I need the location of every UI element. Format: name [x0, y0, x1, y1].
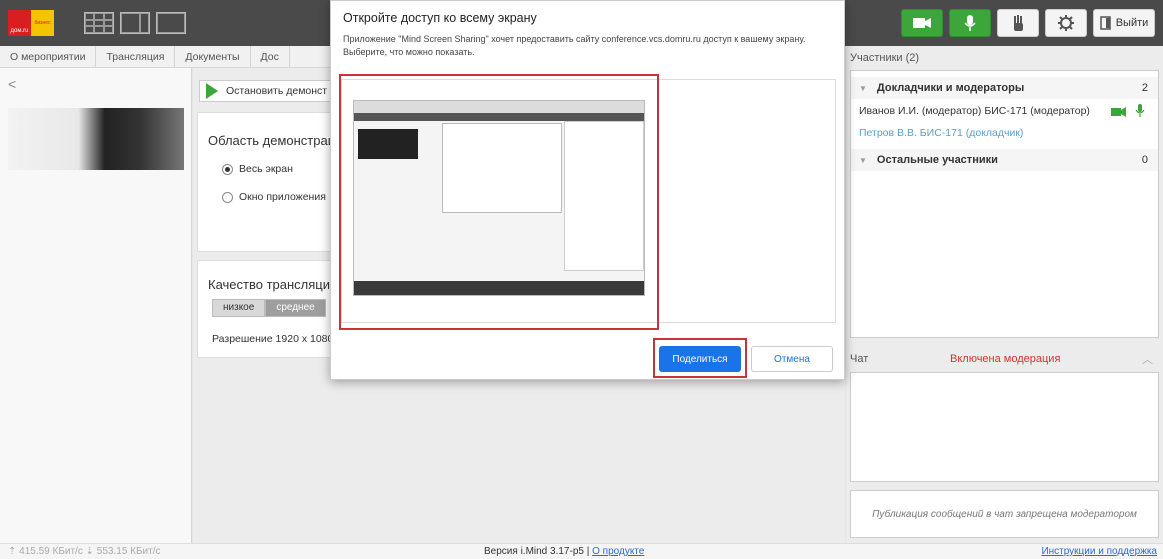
- option-full-label: Весь экран: [239, 163, 293, 175]
- quality-mid[interactable]: среднее: [265, 299, 326, 317]
- layout-switcher: [84, 12, 186, 34]
- camera-button[interactable]: [901, 9, 943, 37]
- logo-red: дом.ru: [8, 10, 31, 36]
- chevron-down-icon: ▼: [859, 155, 867, 165]
- exit-label: Выйти: [1115, 17, 1149, 29]
- chevron-down-icon: ▼: [859, 83, 867, 93]
- version-info: Версия i.Mind 3.17-p5 | О продукте: [484, 546, 644, 557]
- control-tools: Выйти: [901, 9, 1155, 37]
- stop-demo-button[interactable]: Остановить демонст: [199, 80, 339, 102]
- cancel-button[interactable]: Отмена: [751, 346, 833, 372]
- exit-button[interactable]: Выйти: [1093, 9, 1155, 37]
- option-window-label: Окно приложения: [239, 191, 326, 203]
- demo-area-title: Область демонстрац: [208, 133, 336, 148]
- stop-demo-label: Остановить демонст: [226, 85, 328, 97]
- participant-name: Иванов И.И. (модератор) БИС-171 (модерат…: [859, 105, 1090, 117]
- chat-header[interactable]: Чат Включена модерация ︿: [850, 348, 1159, 370]
- group-others-label: Остальные участники: [876, 154, 998, 166]
- about-product-link[interactable]: О продукте: [592, 546, 644, 557]
- preview-browser-bar: [354, 101, 644, 113]
- right-sidebar: Участники (2) ▼ Докладчики и модераторы …: [846, 46, 1163, 543]
- radio-app-window[interactable]: [222, 191, 233, 203]
- preview-taskbar: [354, 281, 644, 295]
- participants-header: Участники (2): [850, 52, 920, 64]
- exit-door-icon: [1099, 16, 1111, 30]
- tab-about[interactable]: О мероприятии: [0, 46, 97, 67]
- preview-dialog: [442, 123, 562, 213]
- tab-broadcast[interactable]: Трансляция: [96, 46, 176, 67]
- app-logo: дом.ru бизнес: [8, 10, 54, 36]
- dialog-title: Откройте доступ ко всему экрану: [343, 11, 537, 25]
- video-sidebar: <: [0, 68, 192, 543]
- settings-button[interactable]: [1045, 9, 1087, 37]
- microphone-icon: [1135, 104, 1145, 117]
- group-speakers-count: 2: [1141, 82, 1148, 94]
- bitrate-readout: ⇡ 415.59 КБит/с ⇣ 553.15 КБит/с: [8, 546, 161, 557]
- screen-share-dialog: Откройте доступ ко всему экрану Приложен…: [330, 0, 845, 380]
- option-app-window[interactable]: Окно приложения: [222, 191, 326, 203]
- tab-board[interactable]: Дос: [251, 46, 290, 67]
- preview-toolbar: [354, 113, 644, 121]
- raise-hand-button[interactable]: [997, 9, 1039, 37]
- preview-video: [358, 129, 418, 159]
- chat-messages: [850, 372, 1159, 482]
- camera-icon: [913, 18, 931, 28]
- raise-hand-icon: [1014, 15, 1023, 31]
- dialog-description: Приложение "Mind Screen Sharing" хочет п…: [343, 34, 806, 57]
- preview-sidebar: [564, 121, 644, 271]
- gear-icon: [1058, 15, 1074, 31]
- option-full-screen[interactable]: Весь экран: [222, 163, 293, 175]
- moderation-status: Включена модерация: [950, 353, 1061, 365]
- group-others-count: 0: [1141, 154, 1148, 166]
- video-thumbnail[interactable]: [8, 108, 184, 170]
- camera-icon: [1111, 107, 1126, 117]
- radio-full-screen[interactable]: [222, 163, 233, 175]
- chat-title: Чат: [850, 353, 869, 365]
- screen-preview[interactable]: [353, 100, 645, 296]
- status-bar: ⇡ 415.59 КБит/с ⇣ 553.15 КБит/с Версия i…: [0, 543, 1163, 559]
- group-speakers[interactable]: ▼ Докладчики и модераторы 2: [851, 77, 1158, 99]
- grid-layout-icon[interactable]: [84, 12, 114, 34]
- chevron-up-icon[interactable]: ︿: [1142, 351, 1153, 367]
- single-layout-icon[interactable]: [156, 12, 186, 34]
- quality-title: Качество трансляции: [208, 277, 338, 292]
- logo-yellow: бизнес: [31, 10, 54, 36]
- resolution-text: Разрешение 1920 x 1080: [212, 333, 334, 345]
- play-icon: [206, 83, 218, 99]
- participant-name: Петров В.В. БИС-171 (докладчик): [859, 127, 1024, 139]
- split-layout-icon[interactable]: [120, 12, 150, 34]
- participants-list: ▼ Докладчики и модераторы 2 Иванов И.И. …: [850, 70, 1159, 338]
- group-others[interactable]: ▼ Остальные участники 0: [851, 149, 1158, 171]
- collapse-arrow-icon[interactable]: <: [8, 76, 16, 92]
- selection-highlight: [339, 74, 659, 330]
- participant-row[interactable]: Петров В.В. БИС-171 (докладчик): [859, 127, 1023, 139]
- version-label: Версия i.Mind 3.17-p5 |: [484, 546, 590, 557]
- microphone-icon: [964, 15, 976, 31]
- help-link[interactable]: Инструкции и поддержка: [1041, 546, 1157, 557]
- quality-low[interactable]: низкое: [212, 299, 266, 317]
- participant-row[interactable]: Иванов И.И. (модератор) БИС-171 (модерат…: [859, 105, 1090, 117]
- group-speakers-label: Докладчики и модераторы: [876, 82, 1025, 94]
- microphone-button[interactable]: [949, 9, 991, 37]
- chat-input[interactable]: Публикация сообщений в чат запрещена мод…: [850, 490, 1159, 538]
- quality-selector: низкое среднее: [212, 299, 326, 317]
- share-button[interactable]: Поделиться: [659, 346, 741, 372]
- tab-documents[interactable]: Документы: [175, 46, 251, 67]
